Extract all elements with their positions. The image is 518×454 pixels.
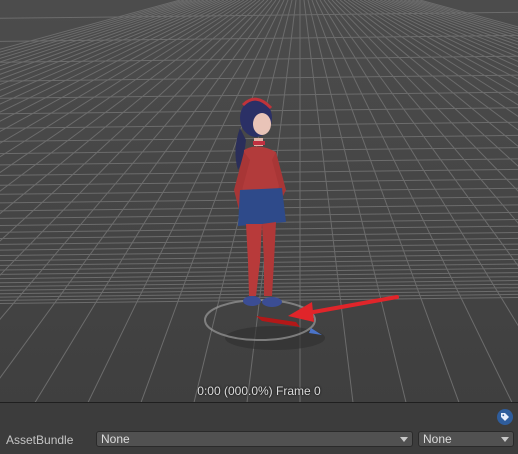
asset-bundle-bar: AssetBundle None None	[0, 402, 518, 454]
preview-scene	[0, 0, 518, 402]
animation-preview-viewport[interactable]: 0:00 (000.0%) Frame 0	[0, 0, 518, 402]
asset-bundle-label: AssetBundle	[6, 433, 74, 447]
tag-icon[interactable]	[497, 409, 513, 425]
asset-bundle-name-value: None	[101, 432, 130, 446]
asset-bundle-variant-dropdown[interactable]: None	[418, 431, 514, 447]
asset-bundle-name-dropdown[interactable]: None	[96, 431, 413, 447]
chevron-down-icon	[501, 437, 509, 442]
time-frame-readout: 0:00 (000.0%) Frame 0	[197, 384, 321, 398]
chevron-down-icon	[400, 437, 408, 442]
tag-glyph	[501, 413, 509, 421]
asset-bundle-variant-value: None	[423, 432, 452, 446]
